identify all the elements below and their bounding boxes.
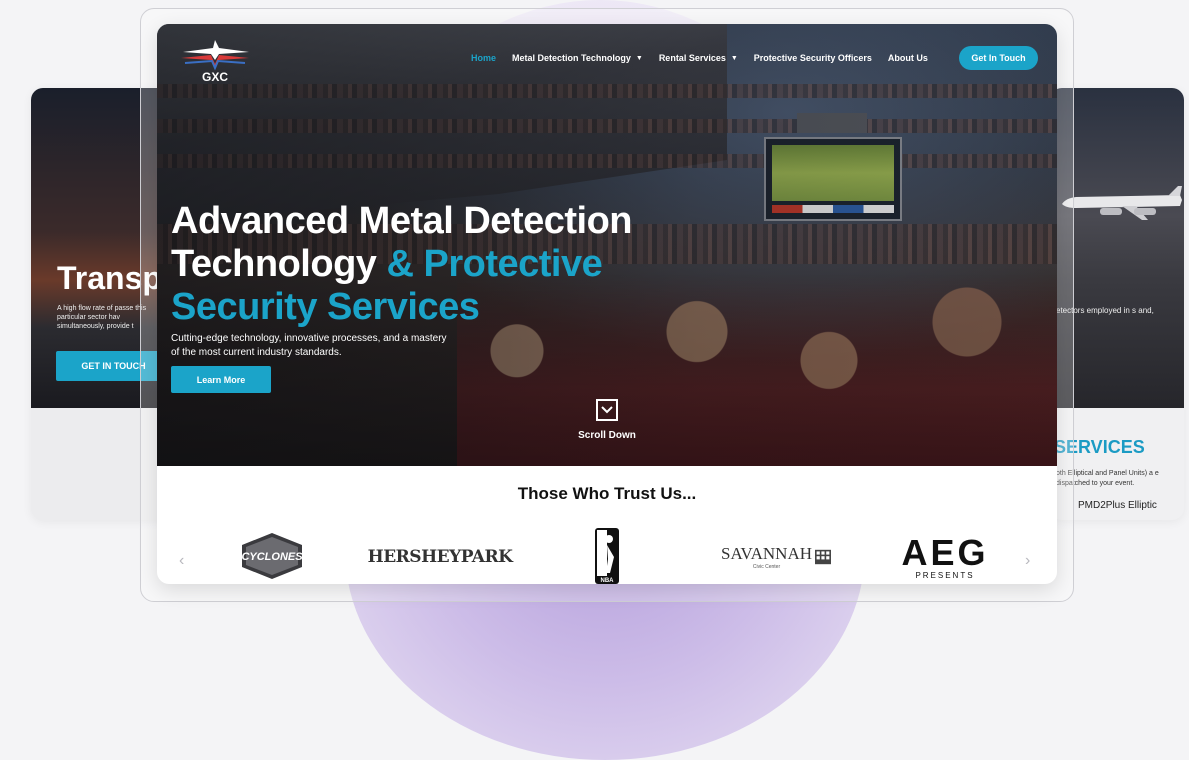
- nba-logo: NBA: [594, 527, 620, 584]
- hero-title-line3: Security Services: [171, 286, 480, 328]
- chevron-right-icon[interactable]: ›: [1025, 552, 1030, 570]
- hero-title: Advanced Metal Detection Technology & Pr…: [171, 200, 731, 329]
- trust-title: Those Who Trust Us...: [517, 484, 697, 503]
- aeg-presents-logo: AEG PRESENTS: [887, 530, 1003, 584]
- gxc-logo[interactable]: GXC: [175, 34, 255, 84]
- logo-subtext: PRESENTS: [915, 570, 975, 580]
- airplane-image: [1062, 186, 1182, 220]
- hero-title-accent: & Protective: [386, 243, 603, 285]
- hero-title-line2: Technology: [171, 243, 387, 285]
- card-description: etectors employed in s and,: [1056, 306, 1154, 315]
- nav-item-label: Home: [471, 53, 497, 63]
- hero-section: GXC Home Metal Detection Technology ▼ Re…: [157, 24, 1057, 466]
- website-preview: GXC Home Metal Detection Technology ▼ Re…: [157, 24, 1057, 584]
- learn-more-button[interactable]: Learn More: [171, 366, 271, 393]
- logo-text: AEG: [901, 531, 989, 573]
- savannah-logo: SAVANNAH Civic Center: [721, 542, 831, 572]
- hersheypark-logo: HERSHEYPARK: [367, 547, 513, 567]
- logo-text: CYCLONES: [241, 551, 303, 563]
- nav-item-label: Rental Services: [658, 53, 726, 63]
- nav-item-home[interactable]: Home: [471, 53, 496, 63]
- scroll-down-icon[interactable]: [596, 399, 618, 421]
- hero-title-line1: Advanced Metal Detection: [171, 200, 633, 242]
- cyclones-logo: CYCLONES: [232, 529, 312, 581]
- chevron-left-icon[interactable]: ‹: [179, 552, 184, 570]
- chevron-down-icon: ▼: [730, 54, 738, 62]
- nav-item-security-officers[interactable]: Protective Security Officers: [754, 53, 872, 63]
- logo-text: GXC: [202, 70, 228, 84]
- nav-item-about[interactable]: About Us: [888, 53, 928, 63]
- nav-item-rental-services[interactable]: Rental Services ▼: [659, 53, 738, 63]
- get-in-touch-button[interactable]: Get In Touch: [959, 46, 1038, 70]
- logo-text: NBA: [601, 578, 615, 584]
- scroll-down-label[interactable]: Scroll Down: [557, 430, 657, 441]
- nav-item-label: Protective Security Officers: [753, 53, 872, 63]
- nav-item-label: Metal Detection Technology: [512, 53, 631, 63]
- nav-item-label: About Us: [887, 53, 928, 63]
- nav-item-metal-detection[interactable]: Metal Detection Technology ▼: [512, 53, 643, 63]
- card-small-text: oth Elliptical and Panel Units) a e disp…: [1056, 470, 1159, 487]
- chevron-down-icon: ▼: [635, 54, 643, 62]
- hero-subtitle: Cutting-edge technology, innovative proc…: [171, 333, 447, 358]
- main-nav: Home Metal Detection Technology ▼ Rental…: [471, 50, 944, 66]
- logo-text: SAVANNAH: [721, 544, 813, 563]
- logo-subtext: Civic Center: [752, 564, 781, 570]
- product-name: PMD2Plus Elliptic: [1078, 500, 1157, 511]
